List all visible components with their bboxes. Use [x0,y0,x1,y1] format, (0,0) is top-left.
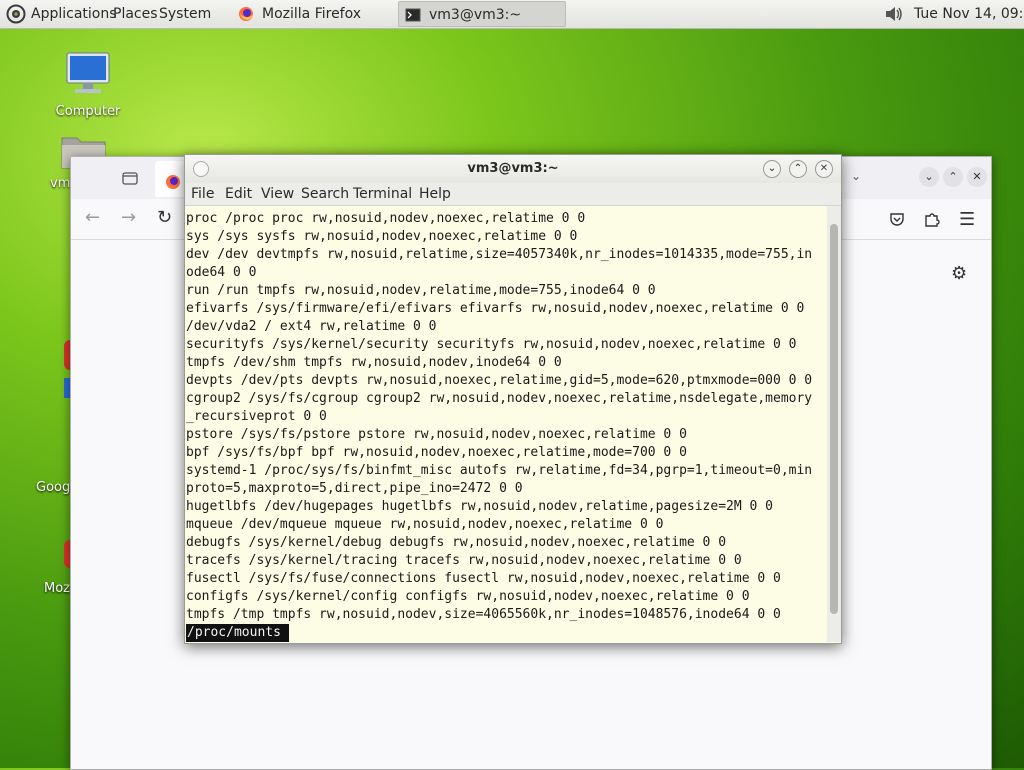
terminal-prompt[interactable]: /proc/mounts [186,624,289,642]
menu-edit[interactable]: Edit [225,186,252,202]
menu-file[interactable]: File [191,186,214,202]
window-menu-icon[interactable] [193,161,209,177]
menu-view[interactable]: View [261,186,294,202]
terminal-line: proc /proc proc rw,nosuid,nodev,noexec,r… [186,211,586,226]
terminal-line: devpts /dev/pts devpts rw,nosuid,noexec,… [186,373,813,388]
firefox-minimize-button[interactable]: ⌄ [919,167,939,187]
mate-logo-icon[interactable] [6,4,26,28]
terminal-line: bpf /sys/fs/bpf bpf rw,nosuid,nodev,noex… [186,445,687,460]
pocket-icon[interactable] [889,211,905,231]
menu-system[interactable]: System [159,6,211,22]
firefox-icon [239,7,253,21]
firefox-tab[interactable] [155,161,185,197]
terminal-line: securityfs /sys/kernel/security security… [186,337,797,352]
terminal-line: cgroup2 /sys/fs/cgroup cgroup2 rw,nosuid… [186,391,813,406]
computer-icon [66,52,110,93]
terminal-line: _recursiveprot 0 0 [186,409,327,424]
terminal-window: vm3@vm3:~ ⌄ ⌃ ✕ File Edit View Search Te… [184,154,842,644]
terminal-scrollbar[interactable] [827,206,841,642]
settings-icon[interactable]: ⚙ [951,263,967,284]
terminal-titlebar[interactable]: vm3@vm3:~ ⌄ ⌃ ✕ [185,155,841,183]
firefox-maximize-button[interactable]: ⌃ [943,167,963,187]
terminal-line: mqueue /dev/mqueue mqueue rw,nosuid,node… [186,517,664,532]
menu-icon[interactable]: ☰ [959,209,975,230]
terminal-line: debugfs /sys/kernel/debug debugfs rw,nos… [186,535,727,550]
tab-overview-icon[interactable] [121,169,139,191]
terminal-line: proto=5,maxproto=5,direct,pipe_ino=2472 … [186,481,523,496]
terminal-line: configfs /sys/kernel/config configfs rw,… [186,589,750,604]
top-panel: Applications Places System Mozilla Firef… [0,0,1024,29]
terminal-minimize-button[interactable]: ⌄ [763,160,781,178]
volume-icon[interactable] [884,5,904,27]
menu-terminal[interactable]: Terminal [353,186,412,202]
terminal-line: efivarfs /sys/firmware/efi/efivars efiva… [186,301,805,316]
menu-search[interactable]: Search [301,186,349,202]
terminal-line: tmpfs /dev/shm tmpfs rw,nosuid,nodev,ino… [186,355,562,370]
menu-places[interactable]: Places [113,6,158,22]
terminal-scrollbar-thumb[interactable] [830,224,838,614]
task-firefox[interactable]: Mozilla Firefox [232,1,394,27]
terminal-line: sys /sys sysfs rw,nosuid,nodev,noexec,re… [186,229,578,244]
task-terminal-label: vm3@vm3:~ [429,7,522,23]
reload-icon[interactable]: ↻ [157,207,172,228]
terminal-line: /dev/vda2 / ext4 rw,relatime 0 0 [186,319,437,334]
terminal-line: tracefs /sys/kernel/tracing tracefs rw,n… [186,553,742,568]
menu-help[interactable]: Help [419,186,451,202]
terminal-maximize-button[interactable]: ⌃ [789,160,807,178]
menu-applications[interactable]: Applications [31,6,117,22]
terminal-line: systemd-1 /proc/sys/fs/binfmt_misc autof… [186,463,813,478]
clock[interactable]: Tue Nov 14, 09:23 [914,6,1024,22]
firefox-icon [166,175,180,189]
terminal-line: hugetlbfs /dev/hugepages hugetlbfs rw,no… [186,499,773,514]
terminal-line: pstore /sys/fs/pstore pstore rw,nosuid,n… [186,427,687,442]
terminal-line: fusectl /sys/fs/fuse/connections fusectl… [186,571,781,586]
terminal-icon [405,8,421,22]
terminal-close-button[interactable]: ✕ [815,160,833,178]
task-terminal[interactable]: vm3@vm3:~ [398,1,566,27]
terminal-menubar: File Edit View Search Terminal Help [185,183,841,206]
firefox-close-button[interactable]: ✕ [967,167,987,187]
forward-icon[interactable]: → [121,207,136,228]
desktop-icon-computer[interactable]: Computer [50,50,126,119]
terminal-line: tmpfs /tmp tmpfs rw,nosuid,nodev,size=40… [186,607,781,622]
desktop-icon-label: Computer [55,104,121,119]
task-firefox-label: Mozilla Firefox [262,6,362,22]
back-icon[interactable]: ← [85,207,100,228]
terminal-line: ode64 0 0 [186,265,257,280]
tab-list-icon[interactable]: ⌄ [851,169,861,183]
terminal-line: dev /dev devtmpfs rw,nosuid,relatime,siz… [186,247,813,262]
terminal-title: vm3@vm3:~ [467,161,559,176]
terminal-output[interactable]: proc /proc proc rw,nosuid,nodev,noexec,r… [185,206,827,642]
terminal-line: run /run tmpfs rw,nosuid,nodev,relatime,… [186,283,656,298]
extensions-icon[interactable] [923,210,941,232]
